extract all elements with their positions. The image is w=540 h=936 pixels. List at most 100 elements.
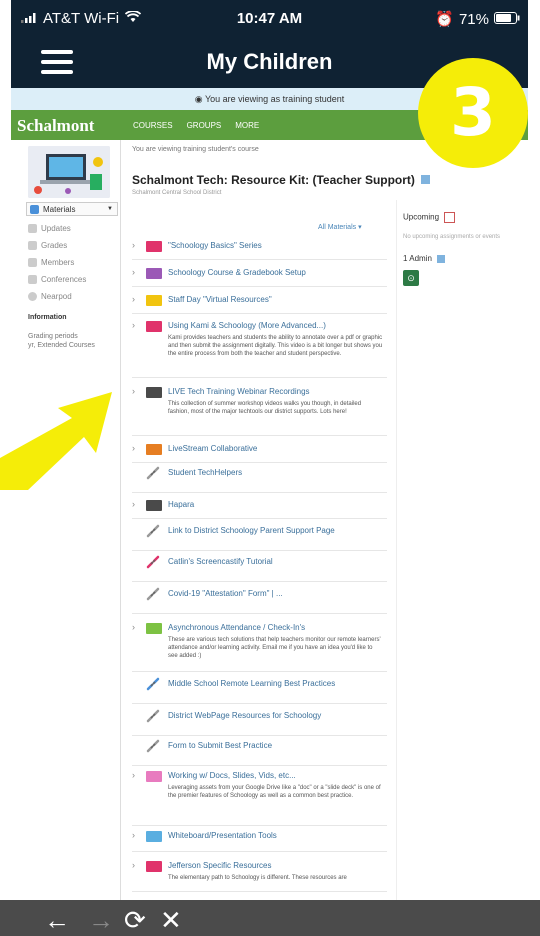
course-sidebar: Materials ▼ Updates Grades Members Confe…: [24, 140, 121, 900]
material-row[interactable]: › Using Kami & Schoology (More Advanced..…: [132, 315, 387, 378]
sidebar-item-label: Updates: [41, 224, 71, 233]
material-title[interactable]: "Schoology Basics" Series: [168, 241, 262, 250]
battery-percent: 71%: [458, 10, 489, 28]
menu-courses[interactable]: COURSES: [133, 121, 173, 130]
menu-groups[interactable]: GROUPS: [187, 121, 222, 130]
chevron-right-icon[interactable]: ›: [132, 320, 135, 330]
grades-icon: [28, 241, 37, 250]
admin-avatar[interactable]: ⊙: [403, 270, 419, 286]
material-title[interactable]: Jefferson Specific Resources: [168, 861, 271, 870]
material-title[interactable]: Staff Day "Virtual Resources": [168, 295, 272, 304]
chevron-right-icon[interactable]: ›: [132, 294, 135, 304]
arrow-annotation-icon: [0, 392, 112, 490]
sidebar-item-grades[interactable]: Grades: [28, 241, 67, 250]
material-title[interactable]: Using Kami & Schoology (More Advanced...…: [168, 321, 326, 330]
menu-more[interactable]: MORE: [235, 121, 259, 130]
folder-icon: [146, 444, 162, 455]
material-title[interactable]: District WebPage Resources for Schoology: [168, 711, 321, 720]
chevron-right-icon[interactable]: ›: [132, 622, 135, 632]
forward-arrow-icon[interactable]: →: [88, 905, 114, 936]
material-row[interactable]: Catlin's Screencastify Tutorial: [132, 551, 387, 582]
material-row[interactable]: › Schoology Course & Gradebook Setup: [132, 262, 387, 287]
chevron-right-icon[interactable]: ›: [132, 386, 135, 396]
material-title[interactable]: Middle School Remote Learning Best Pract…: [168, 679, 335, 688]
material-description: Kami provides teachers and students the …: [168, 335, 383, 357]
back-arrow-icon[interactable]: ←: [44, 905, 70, 936]
material-row[interactable]: › Hapara: [132, 494, 387, 519]
material-row[interactable]: Middle School Remote Learning Best Pract…: [132, 673, 387, 704]
chevron-right-icon[interactable]: ›: [132, 770, 135, 780]
material-title[interactable]: Covid-19 "Attestation" Form" | ...: [168, 589, 283, 598]
upcoming-panel: Upcoming No upcoming assignments or even…: [396, 200, 529, 900]
folder-icon: [146, 387, 162, 398]
upcoming-title: Upcoming: [403, 212, 440, 222]
material-row[interactable]: District WebPage Resources for Schoology: [132, 705, 387, 736]
materials-dropdown[interactable]: Materials ▼: [26, 202, 118, 216]
material-title[interactable]: LiveStream Collaborative: [168, 444, 257, 453]
chevron-right-icon[interactable]: ›: [132, 267, 135, 277]
schalmont-logo[interactable]: Schalmont: [17, 116, 94, 136]
material-row[interactable]: › LiveStream Collaborative: [132, 438, 387, 463]
close-icon[interactable]: ✕: [160, 905, 182, 936]
eye-icon: ◉: [194, 94, 203, 104]
grading-periods-value: yr, Extended Courses: [28, 342, 95, 349]
browser-toolbar: ← → ⟳ ✕: [0, 900, 540, 936]
reload-icon[interactable]: ⟳: [124, 905, 146, 936]
material-row[interactable]: › "Schoology Basics" Series: [132, 235, 387, 260]
materials-icon: [30, 204, 39, 214]
admin-label: 1 Admin: [403, 254, 432, 263]
sidebar-item-members[interactable]: Members: [28, 258, 74, 267]
material-title[interactable]: Form to Submit Best Practice: [168, 741, 272, 750]
material-row[interactable]: Student TechHelpers: [132, 462, 387, 493]
updates-icon: [28, 224, 37, 233]
material-row[interactable]: › Asynchronous Attendance / Check-In's The…: [132, 617, 387, 672]
status-bar: AT&T Wi-Fi 10:47 AM ⏰ 71%: [11, 0, 528, 36]
schoology-menu: COURSES GROUPS MORE: [133, 121, 259, 130]
sidebar-item-label: Members: [41, 258, 75, 267]
admin-info-icon[interactable]: [437, 254, 446, 263]
material-row[interactable]: › Whiteboard/Presentation Tools: [132, 825, 387, 852]
conferences-icon: [28, 275, 37, 284]
step-number-badge: 3: [418, 58, 528, 168]
materials-filter[interactable]: All Materials ▾: [318, 223, 362, 231]
chevron-right-icon[interactable]: ›: [132, 830, 135, 840]
material-title[interactable]: Hapara: [168, 500, 194, 509]
link-icon: [146, 709, 160, 723]
chevron-right-icon[interactable]: ›: [132, 860, 135, 870]
material-row[interactable]: › Staff Day "Virtual Resources": [132, 289, 387, 314]
calendar-icon[interactable]: [444, 212, 456, 223]
link-icon: [146, 555, 160, 569]
material-title[interactable]: Schoology Course & Gradebook Setup: [168, 268, 306, 277]
folder-icon: [146, 295, 162, 306]
district-name: Schalmont Central School District: [132, 190, 222, 196]
battery-info: ⏰ 71%: [435, 10, 520, 28]
material-title[interactable]: Whiteboard/Presentation Tools: [168, 831, 277, 840]
material-row[interactable]: Covid-19 "Attestation" Form" | ...: [132, 583, 387, 614]
material-description: This collection of summer workshop video…: [168, 401, 362, 415]
sidebar-item-label: Nearpod: [41, 292, 72, 301]
chevron-right-icon[interactable]: ›: [132, 443, 135, 453]
material-row[interactable]: › Jefferson Specific Resources The element…: [132, 855, 387, 892]
sidebar-item-conferences[interactable]: Conferences: [28, 275, 86, 284]
chevron-down-icon: ▼: [107, 206, 113, 212]
info-icon[interactable]: [421, 175, 431, 184]
material-title[interactable]: Student TechHelpers: [168, 468, 242, 477]
material-row[interactable]: › Working w/ Docs, Slides, Vids, etc... Le…: [132, 765, 387, 826]
material-title[interactable]: Link to District Schoology Parent Suppor…: [168, 526, 335, 535]
sidebar-item-nearpod[interactable]: Nearpod: [28, 292, 72, 301]
material-title[interactable]: Asynchronous Attendance / Check-In's: [168, 623, 305, 632]
material-title[interactable]: Working w/ Docs, Slides, Vids, etc...: [168, 771, 296, 780]
material-row[interactable]: › LIVE Tech Training Webinar Recordings Th…: [132, 381, 387, 436]
material-row[interactable]: Link to District Schoology Parent Suppor…: [132, 520, 387, 551]
material-title[interactable]: Catlin's Screencastify Tutorial: [168, 557, 273, 566]
material-title[interactable]: LIVE Tech Training Webinar Recordings: [168, 387, 310, 396]
sidebar-item-updates[interactable]: Updates: [28, 224, 71, 233]
upcoming-empty-text: No upcoming assignments or events: [403, 234, 501, 240]
chevron-right-icon[interactable]: ›: [132, 240, 135, 250]
material-row[interactable]: Form to Submit Best Practice: [132, 735, 387, 766]
link-icon: [146, 677, 160, 691]
chevron-right-icon[interactable]: ›: [132, 499, 135, 509]
upcoming-header: Upcoming: [403, 212, 456, 223]
folder-icon: [146, 241, 162, 252]
sidebar-item-label: Conferences: [41, 275, 87, 284]
